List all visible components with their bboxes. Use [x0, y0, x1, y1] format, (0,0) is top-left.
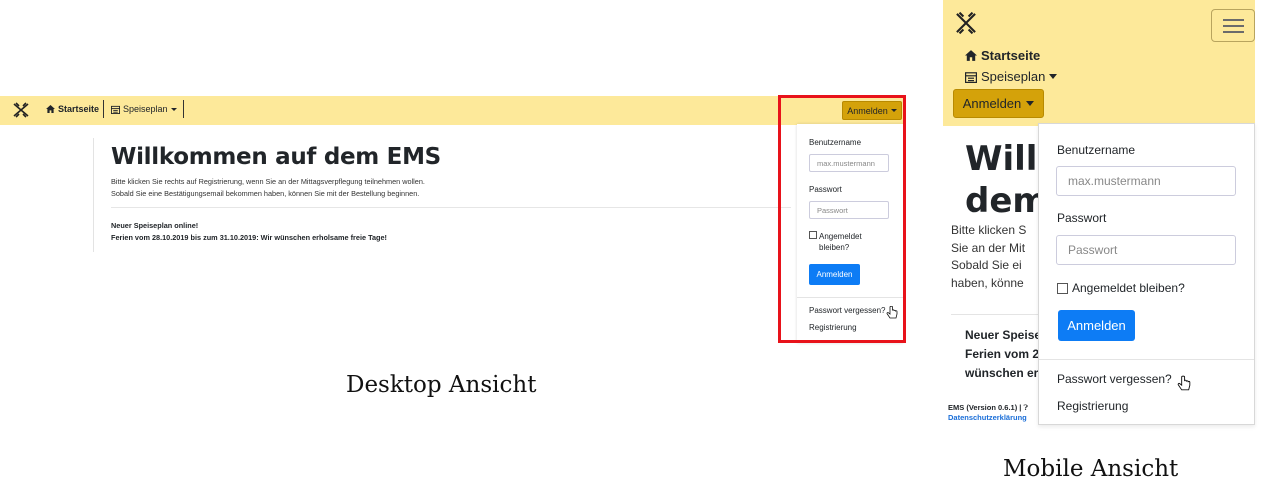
help-icon[interactable]: ❓︎ [1023, 403, 1028, 412]
intro-text-line: haben, könne [951, 275, 1024, 290]
remember-me-label: Angemeldet bleiben? [1072, 281, 1185, 295]
login-dropdown-button[interactable]: Anmelden [953, 89, 1044, 118]
intro-text-line: Sie an der Mit [951, 240, 1026, 255]
nav-divider [103, 100, 104, 118]
chevron-down-icon [170, 107, 177, 111]
dropdown-divider [1039, 359, 1254, 360]
home-icon [46, 105, 55, 113]
ems-logo-icon[interactable] [11, 101, 31, 119]
home-icon [965, 50, 977, 61]
chevron-down-icon [1026, 101, 1035, 106]
nav-home-link[interactable]: Startseite [965, 48, 1040, 63]
register-link[interactable]: Registrierung [1057, 399, 1128, 413]
calendar-icon [111, 105, 120, 114]
news-text: Ferien vom 28.10.2019 bis zum 31.10.2019… [111, 233, 387, 242]
password-input[interactable]: Passwort [1056, 235, 1236, 265]
username-label: Benutzername [1057, 143, 1136, 157]
nav-speiseplan-label: Speiseplan [981, 69, 1046, 84]
checkbox-box[interactable] [1057, 282, 1068, 294]
nav-divider [183, 100, 184, 118]
intro-text: Sobald Sie eine Bestätigungsemail bekomm… [111, 189, 420, 198]
page-title-line: dem [965, 181, 1048, 221]
remember-me-checkbox[interactable]: Angemeldet bleiben? [1057, 281, 1185, 295]
login-dropdown-label: Anmelden [962, 96, 1022, 111]
news-text-line: wünschen er [965, 366, 1039, 380]
chevron-down-icon [1049, 74, 1058, 79]
nav-speiseplan-label: Speiseplan [123, 104, 168, 114]
hamburger-icon [1223, 31, 1244, 33]
section-divider [111, 207, 791, 208]
highlight-box [778, 95, 906, 343]
nav-home-label: Startseite [58, 104, 100, 114]
nav-home-link[interactable]: Startseite [46, 104, 99, 114]
footer-version: EMS (Version 0.6.1) | [948, 403, 1022, 412]
privacy-link[interactable]: Datenschutzerklärung [948, 413, 1027, 422]
intro-text: Bitte klicken Sie rechts auf Registrieru… [111, 177, 425, 186]
username-input[interactable]: max.mustermann [1056, 166, 1236, 196]
content-divider [93, 138, 94, 252]
intro-text-line: Bitte klicken S [951, 223, 1027, 237]
intro-text-line: Sobald Sie ei [951, 258, 1022, 272]
forgot-password-link[interactable]: Passwort vergessen? [1057, 372, 1172, 386]
news-headline: Neuer Speiseplan online! [111, 221, 199, 230]
calendar-icon [965, 71, 977, 83]
menu-toggle-button[interactable] [1211, 9, 1255, 42]
hamburger-icon [1223, 19, 1244, 21]
hamburger-icon [1223, 25, 1244, 27]
news-text-line: Neuer Speise [965, 328, 1042, 342]
desktop-caption: Desktop Ansicht [346, 372, 537, 398]
mobile-caption: Mobile Ansicht [1003, 456, 1179, 482]
login-submit-button[interactable]: Anmelden [1058, 310, 1135, 341]
ems-logo-icon[interactable] [953, 10, 979, 36]
news-text-line: Ferien vom 2 [965, 347, 1040, 361]
nav-speiseplan-dropdown[interactable]: Speiseplan [111, 104, 177, 114]
nav-home-label: Startseite [981, 48, 1041, 63]
password-label: Passwort [1057, 211, 1107, 225]
hand-pointer-icon [1177, 375, 1191, 391]
page-title: Willkommen auf dem EMS [111, 144, 441, 170]
nav-speiseplan-dropdown[interactable]: Speiseplan [965, 69, 1058, 84]
